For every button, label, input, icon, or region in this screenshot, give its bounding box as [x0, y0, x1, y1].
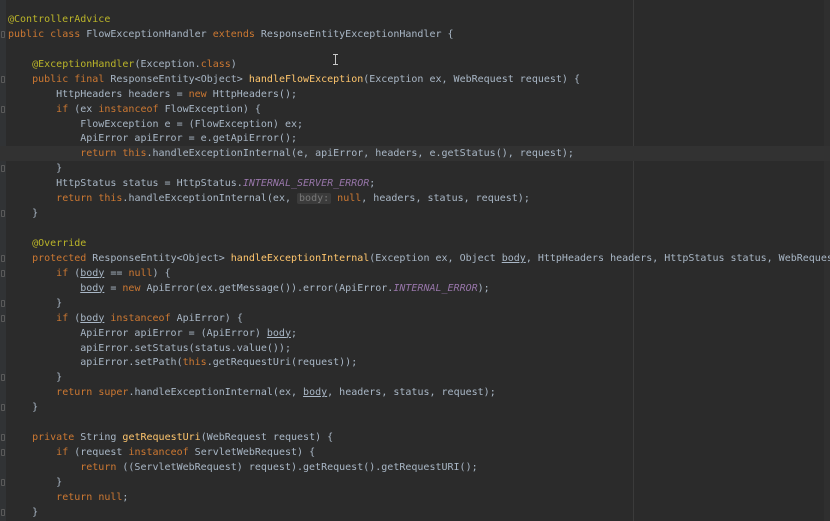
code-line[interactable]: body = new ApiError(ex.getMessage()).err…	[8, 281, 489, 296]
fold-marker-icon[interactable]	[1, 75, 5, 83]
code-line[interactable]: if (request instanceof ServletWebRequest…	[8, 445, 315, 460]
code-line[interactable]: if (ex instanceof FlowException) {	[8, 102, 261, 117]
fold-marker-icon[interactable]	[1, 299, 5, 307]
fold-marker-icon[interactable]	[1, 210, 5, 218]
fold-marker-icon[interactable]	[1, 30, 5, 38]
code-line[interactable]: protected ResponseEntity<Object> handleE…	[8, 251, 830, 266]
code-line[interactable]: return super.handleExceptionInternal(ex,…	[8, 385, 496, 400]
code-line[interactable]: @ControllerAdvice	[8, 12, 110, 27]
code-line[interactable]: }	[8, 400, 38, 415]
code-line[interactable]: }	[8, 296, 62, 311]
code-line[interactable]: return ((ServletWebRequest) request).get…	[8, 460, 477, 475]
code-line[interactable]: if (body instanceof ApiError) {	[8, 311, 243, 326]
fold-marker-icon[interactable]	[1, 478, 5, 486]
code-line[interactable]: HttpHeaders headers = new HttpHeaders();	[8, 87, 297, 102]
code-line[interactable]: if (body == null) {	[8, 266, 170, 281]
code-editor[interactable]: @ControllerAdvice public class FlowExcept…	[0, 0, 830, 521]
code-line[interactable]: return this.handleExceptionInternal(e, a…	[0, 146, 830, 162]
code-line[interactable]: FlowException e = (FlowException) ex;	[8, 117, 303, 132]
code-line[interactable]: return this.handleExceptionInternal(ex, …	[8, 191, 530, 206]
code-line[interactable]: apiError.setPath(this.getRequestUri(requ…	[8, 355, 357, 370]
code-line[interactable]: ApiError apiError = (ApiError) body;	[8, 326, 297, 341]
fold-marker-icon[interactable]	[1, 449, 5, 456]
code-line[interactable]: @Override	[8, 236, 86, 251]
mouse-ibeam-cursor-icon	[333, 54, 338, 65]
fold-marker-icon[interactable]	[1, 434, 5, 441]
fold-marker-icon[interactable]	[1, 374, 5, 382]
code-line[interactable]: public class FlowExceptionHandler extend…	[8, 27, 454, 42]
code-line[interactable]: }	[8, 475, 62, 490]
fold-marker-icon[interactable]	[1, 314, 5, 322]
code-line[interactable]: }	[8, 206, 38, 221]
fold-marker-icon[interactable]	[1, 254, 5, 262]
code-line[interactable]: @ExceptionHandler(Exception.class)	[8, 57, 237, 72]
code-line[interactable]: apiError.setStatus(status.value());	[8, 341, 291, 356]
fold-marker-icon[interactable]	[1, 404, 5, 412]
code-line[interactable]: ApiError apiError = e.getApiError();	[8, 131, 297, 146]
code-line[interactable]: private String getRequestUri(WebRequest …	[8, 430, 333, 445]
code-line[interactable]: }	[8, 161, 62, 176]
code-line[interactable]: public final ResponseEntity<Object> hand…	[8, 72, 580, 87]
code-line[interactable]: }	[8, 370, 62, 385]
fold-marker-icon[interactable]	[1, 508, 5, 516]
fold-marker-icon[interactable]	[1, 105, 5, 113]
code-line[interactable]: HttpStatus status = HttpStatus.INTERNAL_…	[8, 176, 375, 191]
code-line[interactable]: }	[8, 505, 38, 520]
fold-marker-icon[interactable]	[1, 165, 5, 173]
code-line[interactable]: return null;	[8, 490, 128, 505]
fold-marker-icon[interactable]	[1, 269, 5, 277]
